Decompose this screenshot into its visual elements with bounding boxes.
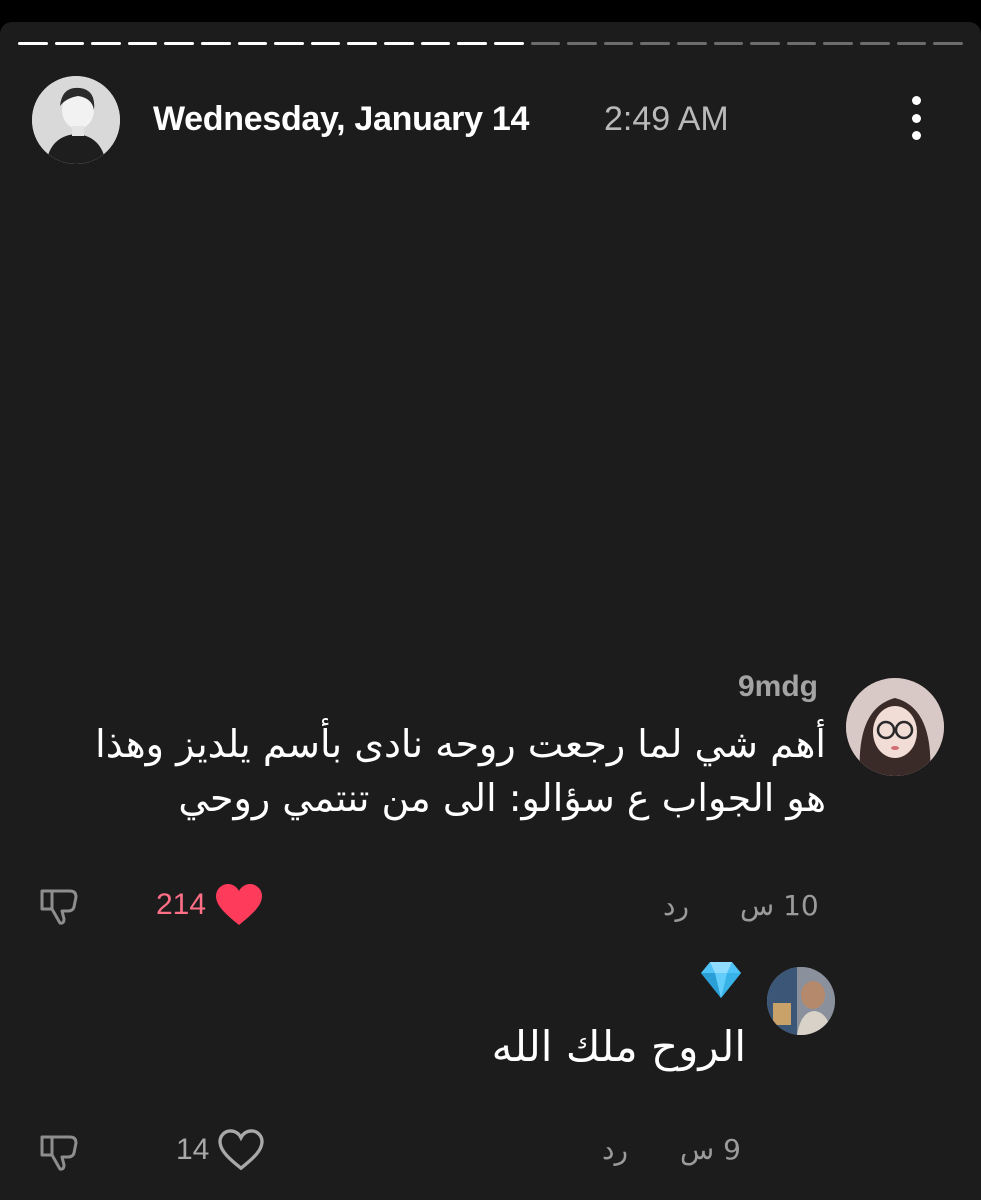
profile-avatar[interactable] <box>32 76 120 164</box>
comment-text: أهم شي لما رجعت روحه نادى بأسم يلديز وهذ… <box>95 722 826 820</box>
progress-segment <box>347 42 378 45</box>
progress-segment <box>164 42 195 45</box>
like-count: 14 <box>176 1133 210 1166</box>
progress-segment <box>457 42 487 45</box>
story-progress-bar <box>18 42 963 48</box>
commenter-photo-icon <box>846 678 944 776</box>
commenter-avatar[interactable] <box>767 967 835 1035</box>
progress-segment <box>750 42 780 45</box>
progress-segment <box>201 42 231 45</box>
comment-time: 10 س <box>740 889 819 922</box>
commenter-photo-icon <box>767 967 835 1035</box>
thumbs-down-icon[interactable] <box>34 1125 84 1175</box>
story-date: Wednesday, January 14 <box>153 100 530 138</box>
progress-segment <box>91 42 121 45</box>
comment-actions: 14 رد 9 س <box>0 1125 981 1175</box>
progress-segment <box>530 42 561 45</box>
diamond-icon <box>701 962 741 998</box>
progress-segment <box>18 42 48 45</box>
story-viewer: Wednesday, January 14 2:49 AM 9mdg أهم ش… <box>0 22 981 1200</box>
profile-photo-icon <box>32 76 120 164</box>
thumbs-down-icon[interactable] <box>34 879 84 929</box>
progress-segment <box>676 42 707 45</box>
progress-segment <box>420 42 451 45</box>
progress-segment <box>933 42 963 45</box>
progress-segment <box>237 42 268 45</box>
progress-segment <box>603 42 634 45</box>
reply-button[interactable]: رد <box>663 889 689 922</box>
progress-segment <box>567 42 597 45</box>
comment-actions: 214 رد 10 س <box>0 879 981 929</box>
progress-segment <box>786 42 817 45</box>
progress-segment <box>896 42 927 45</box>
progress-segment <box>860 42 890 45</box>
progress-segment <box>713 42 744 45</box>
dot <box>911 96 921 105</box>
comment-text: الروح ملك الله <box>491 1022 746 1071</box>
like-count: 214 <box>156 888 207 921</box>
dot <box>911 131 921 140</box>
progress-segment <box>274 42 304 45</box>
comment-time: 9 س <box>680 1133 741 1166</box>
like-button[interactable]: 14 <box>176 1129 265 1171</box>
more-vertical-icon[interactable] <box>896 92 936 144</box>
reply-button[interactable]: رد <box>602 1133 628 1166</box>
dot <box>911 113 921 123</box>
progress-segment <box>127 42 158 45</box>
comment-username[interactable]: 9mdg <box>738 670 818 704</box>
like-button[interactable]: 214 <box>156 883 264 927</box>
heart-icon <box>216 884 263 925</box>
progress-segment <box>640 42 670 45</box>
progress-segment <box>493 42 524 45</box>
story-time: 2:49 AM <box>604 100 729 138</box>
progress-segment <box>384 42 414 45</box>
progress-segment <box>310 42 341 45</box>
progress-segment <box>823 42 854 45</box>
progress-segment <box>54 42 85 45</box>
commenter-avatar[interactable] <box>846 678 944 776</box>
heart-icon <box>218 1129 265 1171</box>
